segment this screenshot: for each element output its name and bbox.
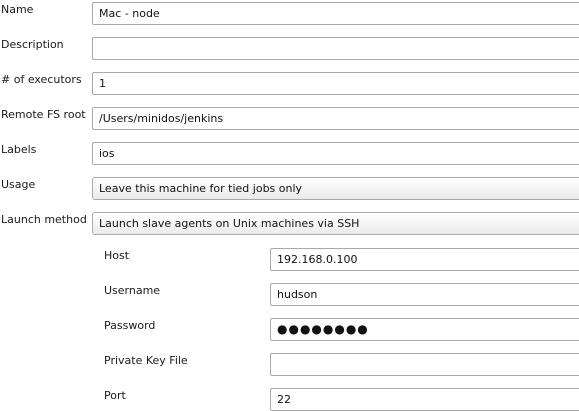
labels-label: Labels [1,143,37,156]
labels-input[interactable]: ios [92,142,579,165]
executors-input[interactable]: 1 [92,72,579,95]
password-input[interactable]: ●●●●●●●● [270,318,579,341]
usage-label: Usage [1,178,36,191]
password-label: Password [104,319,156,332]
host-input[interactable]: 192.168.0.100 [270,248,579,271]
username-label: Username [104,284,161,297]
description-label: Description [1,38,64,51]
port-input[interactable]: 22 [270,388,579,411]
private-key-input[interactable] [270,353,579,376]
description-input[interactable] [92,37,579,60]
host-label: Host [104,249,130,262]
name-label: Name [1,3,34,16]
remote-fs-label: Remote FS root [1,108,86,121]
launch-method-label: Launch method [1,213,87,226]
remote-fs-input[interactable]: /Users/minidos/jenkins [92,107,579,130]
username-input[interactable]: hudson [270,283,579,306]
executors-label: # of executors [1,73,82,86]
private-key-label: Private Key File [104,354,188,367]
launch-method-select[interactable]: Launch slave agents on Unix machines via… [92,212,579,235]
usage-select[interactable]: Leave this machine for tied jobs only [92,177,579,200]
name-input[interactable]: Mac - node [92,2,579,25]
port-label: Port [104,389,126,402]
